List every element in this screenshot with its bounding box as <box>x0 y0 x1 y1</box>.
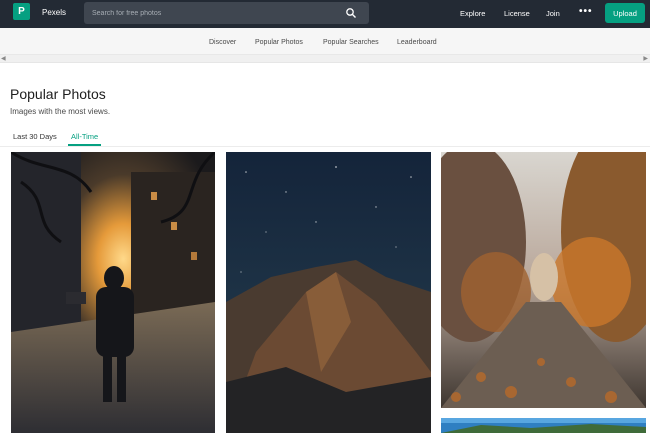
scroll-left-icon[interactable]: ◀ <box>1 55 6 62</box>
photo-card[interactable] <box>11 152 215 433</box>
photo-card[interactable] <box>441 418 646 433</box>
more-menu-icon[interactable]: ••• <box>579 6 593 17</box>
tabs-divider <box>0 146 650 147</box>
upload-button[interactable]: Upload <box>605 3 645 23</box>
nav-explore[interactable]: Explore <box>460 9 485 18</box>
city-street-photo-icon <box>11 152 215 433</box>
subnav-leaderboard[interactable]: Leaderboard <box>397 39 437 46</box>
upload-label: Upload <box>613 8 637 18</box>
top-header: P Pexels Explore License Join ••• Upload <box>0 0 650 28</box>
subnav-popular-searches[interactable]: Popular Searches <box>323 39 379 46</box>
page-subtitle: Images with the most views. <box>10 107 111 116</box>
search-bar <box>84 2 369 24</box>
autumn-path-photo-icon <box>441 152 646 408</box>
photo-card[interactable] <box>226 152 431 433</box>
nav-license[interactable]: License <box>504 9 530 18</box>
horizontal-scrollbar[interactable]: ◀ ▶ <box>0 55 650 63</box>
tab-all-time[interactable]: All-Time <box>71 132 98 141</box>
page-title: Popular Photos <box>10 86 106 102</box>
search-icon[interactable] <box>345 7 357 19</box>
lake-photo-icon <box>441 418 646 433</box>
pexels-logo-icon[interactable]: P <box>13 3 30 20</box>
subnav-popular-photos[interactable]: Popular Photos <box>255 39 303 46</box>
photo-card[interactable] <box>441 152 646 408</box>
mountain-night-photo-icon <box>226 152 431 433</box>
scroll-right-icon[interactable]: ▶ <box>643 55 648 62</box>
search-input[interactable] <box>92 7 332 19</box>
brand-name[interactable]: Pexels <box>42 8 66 17</box>
logo-letter: P <box>18 6 25 17</box>
nav-join[interactable]: Join <box>546 9 560 18</box>
subnav-discover[interactable]: Discover <box>209 39 236 46</box>
sub-navigation: Discover Popular Photos Popular Searches… <box>0 28 650 55</box>
tab-last-30-days[interactable]: Last 30 Days <box>13 132 57 141</box>
